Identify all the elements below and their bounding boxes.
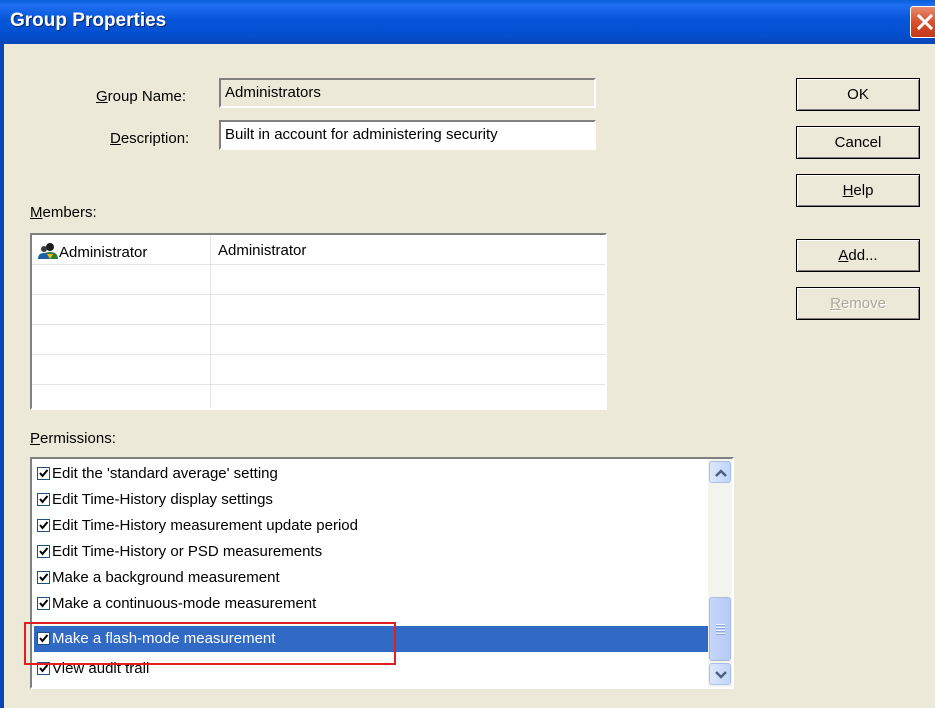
checkmark-icon bbox=[39, 634, 49, 643]
chevron-down-icon bbox=[715, 671, 727, 679]
user-group-icon bbox=[38, 243, 58, 259]
member-name: Administrator bbox=[59, 244, 148, 261]
checkbox[interactable] bbox=[37, 662, 50, 675]
add-button[interactable]: Add... bbox=[796, 239, 920, 272]
permissions-list[interactable]: Edit the 'standard average' setting Edit… bbox=[30, 457, 734, 689]
permission-label: Edit Time-History display settings bbox=[52, 491, 273, 508]
help-button[interactable]: Help bbox=[796, 174, 920, 207]
permission-item[interactable]: Edit Time-History display settings bbox=[34, 487, 710, 513]
member-row-empty bbox=[32, 325, 605, 355]
permission-label: Make a background measurement bbox=[52, 569, 280, 586]
thumb-grip bbox=[716, 627, 725, 628]
ok-button[interactable]: OK bbox=[796, 78, 920, 111]
checkmark-icon bbox=[39, 599, 49, 608]
members-list[interactable]: Administrator Administrator bbox=[30, 233, 607, 410]
checkbox[interactable] bbox=[37, 571, 50, 584]
member-full-name: Administrator bbox=[218, 242, 307, 259]
checkbox[interactable] bbox=[37, 597, 50, 610]
title-bar: Group Properties bbox=[0, 0, 935, 44]
permission-label: Make a flash-mode measurement bbox=[52, 630, 276, 647]
member-row[interactable]: Administrator Administrator bbox=[32, 235, 605, 265]
checkmark-icon bbox=[39, 495, 49, 504]
window-left-border bbox=[0, 44, 4, 708]
scroll-thumb[interactable] bbox=[709, 597, 731, 661]
description-field[interactable]: Built in account for administering secur… bbox=[219, 120, 596, 150]
permission-label: Edit Time-History or PSD measurements bbox=[52, 543, 323, 560]
scroll-down-button[interactable] bbox=[709, 663, 731, 685]
checkbox[interactable] bbox=[37, 519, 50, 532]
checkmark-icon bbox=[39, 664, 49, 673]
permission-item[interactable]: Edit Time-History measurement update per… bbox=[34, 513, 710, 539]
permission-item[interactable]: Make a continuous-mode measurement bbox=[34, 591, 710, 617]
member-name-cell: Administrator bbox=[38, 242, 147, 261]
cancel-button[interactable]: Cancel bbox=[796, 126, 920, 159]
permission-item-selected[interactable]: Make a flash-mode measurement bbox=[34, 626, 710, 652]
permission-item[interactable]: Edit the 'standard average' setting bbox=[34, 461, 710, 487]
permission-label: Make a continuous-mode measurement bbox=[52, 595, 317, 612]
checkbox[interactable] bbox=[37, 545, 50, 558]
permission-item[interactable]: View audit trail bbox=[34, 656, 710, 682]
checkbox[interactable] bbox=[37, 493, 50, 506]
checkbox[interactable] bbox=[37, 467, 50, 480]
checkmark-icon bbox=[39, 573, 49, 582]
checkmark-icon bbox=[39, 521, 49, 530]
thumb-grip bbox=[716, 633, 725, 634]
close-button[interactable] bbox=[910, 6, 935, 38]
permission-item[interactable]: Make a background measurement bbox=[34, 565, 710, 591]
description-label: Description: bbox=[110, 130, 190, 147]
checkmark-icon bbox=[39, 469, 49, 478]
permissions-label: Permissions: bbox=[30, 430, 116, 447]
member-row-empty bbox=[32, 355, 605, 385]
thumb-grip bbox=[716, 624, 725, 625]
scroll-up-button[interactable] bbox=[709, 461, 731, 483]
group-name-label: Group Name: bbox=[96, 88, 187, 105]
permission-label: Edit Time-History measurement update per… bbox=[52, 517, 358, 534]
member-row-empty bbox=[32, 385, 605, 408]
group-name-field[interactable]: Administrators bbox=[219, 78, 596, 108]
member-row-empty bbox=[32, 295, 605, 325]
close-icon bbox=[917, 14, 933, 30]
chevron-up-icon bbox=[715, 469, 727, 477]
window-title: Group Properties bbox=[10, 10, 167, 31]
member-row-empty bbox=[32, 265, 605, 295]
permission-label: View audit trail bbox=[52, 660, 150, 677]
vertical-scrollbar[interactable] bbox=[708, 459, 732, 687]
permission-item[interactable]: Edit Time-History or PSD measurements bbox=[34, 539, 710, 565]
permission-label: Edit the 'standard average' setting bbox=[52, 465, 278, 482]
members-label: Members: bbox=[30, 204, 97, 221]
remove-button: Remove bbox=[796, 287, 920, 320]
thumb-grip bbox=[716, 630, 725, 631]
checkbox[interactable] bbox=[37, 632, 50, 645]
checkmark-icon bbox=[39, 547, 49, 556]
